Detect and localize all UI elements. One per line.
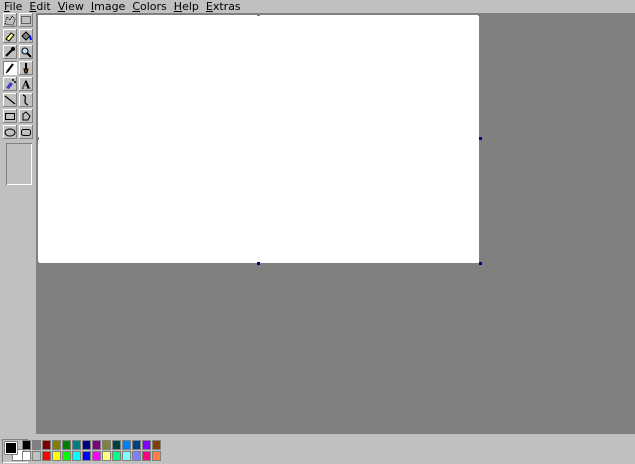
palette-color-swatch[interactable] <box>112 440 121 450</box>
palette-color-swatch[interactable] <box>72 451 81 461</box>
rectangle-icon <box>5 113 15 120</box>
menu-help[interactable]: Help <box>170 0 202 13</box>
resize-handle-bottom[interactable] <box>257 262 260 265</box>
rounded-rectangle-icon <box>21 129 31 136</box>
menu-extras[interactable]: Extras <box>202 0 244 13</box>
palette-color-swatch[interactable] <box>62 440 71 450</box>
curve-tool[interactable] <box>19 93 33 107</box>
palette-color-swatch[interactable] <box>122 451 131 461</box>
free-select-tool[interactable] <box>3 13 17 27</box>
menu-label: ile <box>9 0 23 13</box>
palette-color-swatch[interactable] <box>142 440 151 450</box>
polygon-icon <box>22 111 31 121</box>
pick-color-tool[interactable] <box>3 45 17 59</box>
palette-color-swatch[interactable] <box>52 440 61 450</box>
menu-label: elp <box>182 0 199 13</box>
menu-accelerator: C <box>132 0 141 13</box>
curve-icon <box>22 94 29 106</box>
palette-color-swatch[interactable] <box>102 440 111 450</box>
palette-color-swatch[interactable] <box>132 451 141 461</box>
resize-handle-top <box>257 13 260 16</box>
palette-color-swatch[interactable] <box>152 451 161 461</box>
palette-color-swatch[interactable] <box>62 451 71 461</box>
palette-color-swatch[interactable] <box>32 451 41 461</box>
tool-options-panel[interactable] <box>6 143 32 185</box>
airbrush-tool[interactable] <box>3 77 17 91</box>
magnifier-tool[interactable] <box>19 45 33 59</box>
rect-select-tool[interactable] <box>19 13 33 27</box>
text-tool[interactable]: A <box>19 77 33 91</box>
rect-select-icon <box>21 16 31 24</box>
airbrush-icon <box>6 79 16 89</box>
line-icon <box>4 95 16 105</box>
resize-handle-right[interactable] <box>479 137 482 140</box>
menu-view[interactable]: View <box>54 0 87 13</box>
drawing-canvas[interactable] <box>38 15 479 263</box>
polygon-tool[interactable] <box>19 109 33 123</box>
palette-swatches <box>22 440 161 461</box>
tool-box: A <box>0 13 36 434</box>
palette-color-swatch[interactable] <box>52 451 61 461</box>
palette-color-swatch[interactable] <box>32 440 41 450</box>
paint-bucket-icon <box>21 31 32 41</box>
menu-file[interactable]: File <box>0 0 25 13</box>
free-select-icon <box>4 15 16 26</box>
ellipse-icon <box>4 128 16 137</box>
menu-label: dit <box>36 0 51 13</box>
magnifier-icon <box>21 47 32 58</box>
rounded-rectangle-tool[interactable] <box>19 125 33 139</box>
palette-color-swatch[interactable] <box>92 440 101 450</box>
resize-handle-top-right <box>478 13 481 16</box>
eraser-tool[interactable] <box>3 29 17 43</box>
pencil-tool[interactable] <box>3 61 17 75</box>
palette-color-swatch[interactable] <box>22 451 31 461</box>
resize-handle-bottom-right[interactable] <box>479 262 482 265</box>
text-icon: A <box>21 79 31 91</box>
fill-tool[interactable] <box>19 29 33 43</box>
eyedropper-icon <box>5 47 15 57</box>
pencil-icon <box>5 63 14 74</box>
palette-color-swatch[interactable] <box>102 451 111 461</box>
brush-icon <box>23 63 29 74</box>
menu-image[interactable]: Image <box>87 0 128 13</box>
menu-bar: File Edit View Image Colors Help Extras <box>0 0 635 13</box>
palette-color-swatch[interactable] <box>22 440 31 450</box>
palette-color-swatch[interactable] <box>42 440 51 450</box>
menu-accelerator: V <box>57 0 66 13</box>
foreground-color-swatch[interactable] <box>4 441 18 455</box>
menu-edit[interactable]: Edit <box>25 0 53 13</box>
menu-label: xtras <box>212 0 241 13</box>
palette-color-swatch[interactable] <box>152 440 161 450</box>
menu-label: mage <box>94 0 126 13</box>
svg-text:A: A <box>21 79 31 91</box>
palette-color-swatch[interactable] <box>42 451 51 461</box>
line-tool[interactable] <box>3 93 17 107</box>
menu-label: iew <box>65 0 84 13</box>
palette-color-swatch[interactable] <box>92 451 101 461</box>
brush-tool[interactable] <box>19 61 33 75</box>
eraser-icon <box>5 32 15 42</box>
palette-color-swatch[interactable] <box>132 440 141 450</box>
palette-color-swatch[interactable] <box>82 440 91 450</box>
palette-color-swatch[interactable] <box>142 451 151 461</box>
resize-handle-bottom-left <box>36 262 39 265</box>
menu-accelerator: E <box>205 0 213 13</box>
menu-accelerator: H <box>173 0 183 13</box>
menu-colors[interactable]: Colors <box>128 0 169 13</box>
ellipse-tool[interactable] <box>3 125 17 139</box>
palette-color-swatch[interactable] <box>122 440 131 450</box>
palette-color-swatch[interactable] <box>112 451 121 461</box>
menu-label: olors <box>140 0 167 13</box>
palette-color-swatch[interactable] <box>82 451 91 461</box>
color-palette <box>0 434 635 464</box>
palette-color-swatch[interactable] <box>72 440 81 450</box>
canvas-workspace <box>36 13 635 434</box>
rectangle-tool[interactable] <box>3 109 17 123</box>
resize-handle-left <box>36 137 39 140</box>
